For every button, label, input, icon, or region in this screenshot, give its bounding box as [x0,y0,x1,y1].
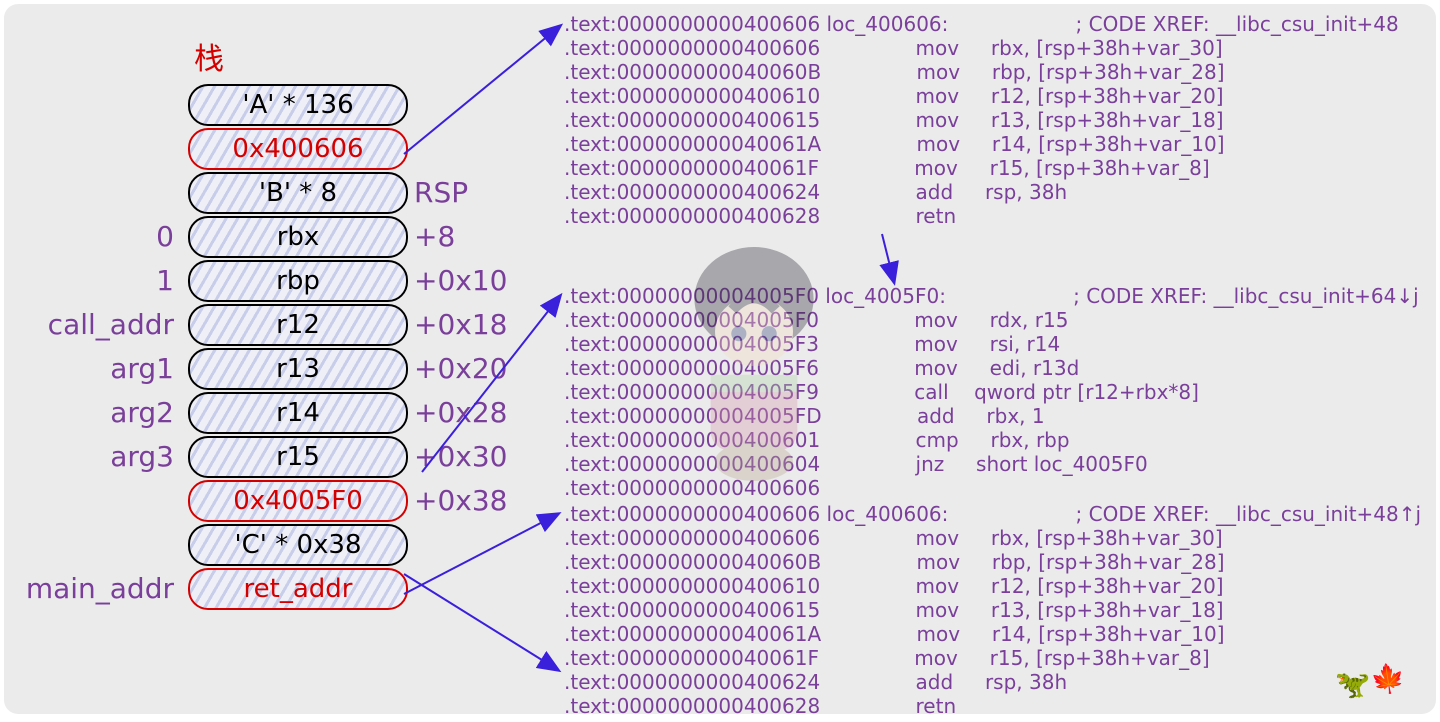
stack-cell: r13 [188,348,408,390]
offset-label: +0x20 [414,352,507,385]
offset-label: RSP [414,176,468,209]
semantic-label: arg2 [110,396,174,429]
semantic-label: call_addr [48,308,174,341]
arrow [882,234,894,282]
disasm-header: .text:0000000000400606 loc_400606: ; COD… [564,502,1421,526]
stack-cell: 'C' * 0x38 [188,524,408,566]
stack-cell: r15 [188,436,408,478]
disasm-line: .text:0000000000400606 mov rbx, [rsp+38h… [564,526,1223,550]
offset-label: +0x38 [414,484,507,517]
disasm-line: .text:00000000004005F9 call qword ptr [r… [564,380,1199,404]
disasm-line: .text:0000000000400628 retn [564,694,982,718]
stack-title: 栈 [194,34,224,78]
disasm-line: .text:0000000000400606 mov rbx, [rsp+38h… [564,36,1223,60]
disasm-line: .text:0000000000400615 mov r13, [rsp+38h… [564,108,1224,132]
stack-cell: rbx [188,216,408,258]
arrow [404,574,558,670]
offset-label: +0x28 [414,396,507,429]
stack-cell: 'A' * 136 [188,84,408,126]
semantic-label: arg1 [110,352,174,385]
stack-cell: rbp [188,260,408,302]
disasm-line: .text:0000000000400624 add rsp, 38h [564,670,1067,694]
disasm-line: .text:000000000040061A mov r14, [rsp+38h… [564,132,1225,156]
disasm-line: .text:000000000040061A mov r14, [rsp+38h… [564,622,1225,646]
disasm-line: .text:0000000000400610 mov r12, [rsp+38h… [564,574,1224,598]
disasm-line: .text:0000000000400604 jnz short loc_400… [564,452,1148,476]
offset-label: +0x18 [414,308,507,341]
disasm-header: .text:0000000000400606 loc_400606: ; COD… [564,12,1399,36]
semantic-label: 0 [156,220,174,253]
stack-cell: r14 [188,392,408,434]
disasm-line: .text:0000000000400610 mov r12, [rsp+38h… [564,84,1224,108]
disasm-line: .text:0000000000400628 retn [564,204,982,228]
offset-label: +0x30 [414,440,507,473]
disasm-line: .text:00000000004005F6 mov edi, r13d [564,356,1079,380]
arrow [404,514,558,594]
disasm-line: .text:000000000040061F mov r15, [rsp+38h… [564,156,1210,180]
disasm-header: .text:00000000004005F0 loc_4005F0: ; COD… [564,284,1419,308]
disasm-line: .text:0000000000400615 mov r13, [rsp+38h… [564,598,1224,622]
arrow [404,26,560,154]
semantic-label: main_addr [26,572,174,605]
disasm-line: .text:000000000040060B mov rbp, [rsp+38h… [564,60,1225,84]
semantic-label: 1 [156,264,174,297]
stack-cell: 0x4005F0 [188,480,408,522]
disasm-line: .text:0000000000400601 cmp rbx, rbp [564,428,1070,452]
disasm-line: .text:0000000000400606 [564,476,966,500]
disasm-line: .text:000000000040060B mov rbp, [rsp+38h… [564,550,1225,574]
disasm-line: .text:000000000040061F mov r15, [rsp+38h… [564,646,1210,670]
disasm-line: .text:00000000004005F0 mov rdx, r15 [564,308,1068,332]
disasm-line: .text:00000000004005F3 mov rsi, r14 [564,332,1060,356]
semantic-label: arg3 [110,440,174,473]
stack-cell: 0x400606 [188,128,408,170]
offset-label: +8 [414,220,455,253]
offset-label: +0x10 [414,264,507,297]
disasm-line: .text:0000000000400624 add rsp, 38h [564,180,1067,204]
corner-decoration: 🦖🍁 [1334,660,1408,702]
diagram-panel: 栈 'A' * 1360x400606'B' * 8rbxrbpr12r13r1… [4,4,1436,714]
stack-cell: ret_addr [188,568,408,610]
stack-cell: 'B' * 8 [188,172,408,214]
stack-cell: r12 [188,304,408,346]
disasm-line: .text:00000000004005FD add rbx, 1 [564,404,1045,428]
